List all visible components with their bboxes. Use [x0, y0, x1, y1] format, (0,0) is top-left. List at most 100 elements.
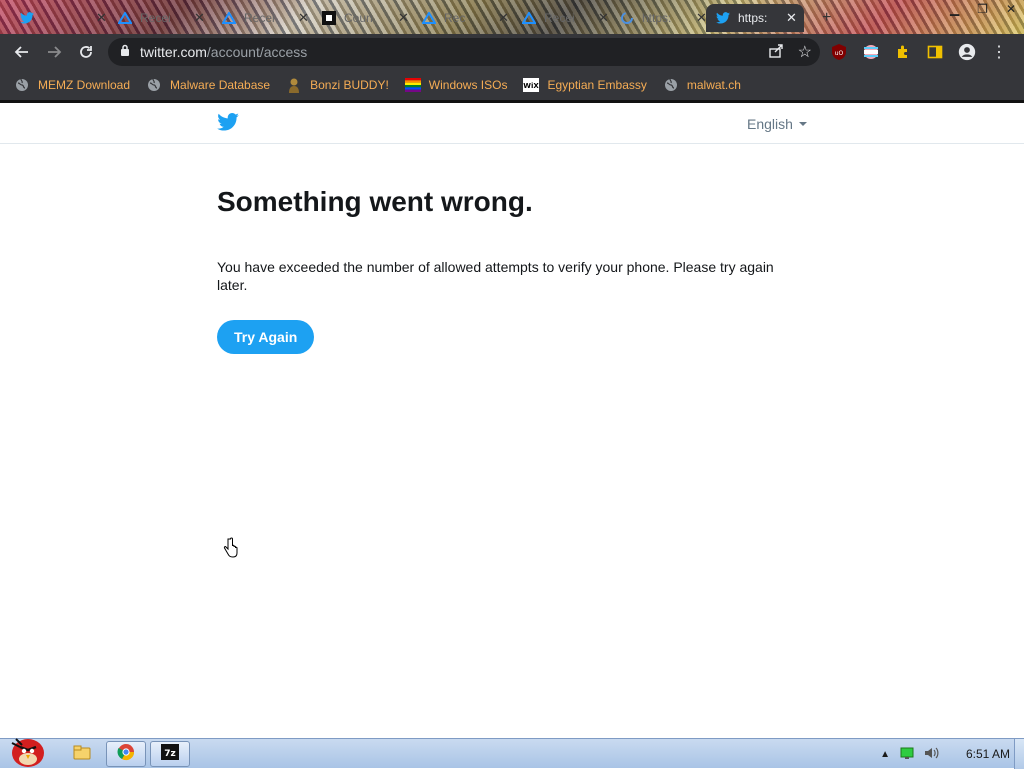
omnibox-actions: ☆ [768, 42, 812, 62]
twitter-logo-icon[interactable] [217, 113, 239, 133]
7zip-icon: 7z [161, 743, 179, 765]
tab-6[interactable]: Recei ✕ [512, 4, 615, 32]
bookmark-bonzi-buddy[interactable]: Bonzi BUDDY! [286, 77, 389, 93]
plus-icon: + [822, 9, 832, 26]
minimize-icon[interactable]: ▁ [950, 2, 959, 16]
triangle-icon [522, 11, 536, 25]
bookmark-malwatch[interactable]: malwat.ch [663, 77, 741, 93]
network-icon[interactable] [900, 747, 914, 762]
tab-active[interactable]: https: ✕ [706, 4, 804, 32]
bookmark-windows-isos[interactable]: Windows ISOs [404, 77, 508, 93]
tab-strip: ✕ Recei ✕ Recei ✕ Coun ✕ Rec ✕ Recei ✕ h… [0, 0, 1024, 34]
error-message: You have exceeded the number of allowed … [217, 259, 774, 293]
bonzi-icon [286, 77, 302, 93]
restore-icon[interactable]: ❐ [977, 2, 988, 16]
explorer-taskbar-button[interactable] [62, 741, 102, 767]
ublock-icon[interactable]: uO [830, 43, 848, 61]
tab-title: https: [642, 11, 672, 25]
tab-title: Rec [444, 11, 466, 25]
close-window-icon[interactable]: ✕ [1006, 2, 1016, 16]
globe-icon [146, 77, 162, 93]
close-icon[interactable]: ✕ [298, 10, 309, 26]
new-tab-button[interactable]: + [812, 4, 837, 32]
7zip-taskbar-button[interactable]: 7z [150, 741, 190, 767]
lock-icon[interactable] [120, 44, 130, 60]
tab-title: Coun [344, 11, 373, 25]
close-icon[interactable]: ✕ [398, 10, 409, 26]
forward-button[interactable] [38, 36, 70, 68]
show-desktop-button[interactable] [1014, 739, 1024, 769]
tab-title: Recei [544, 11, 575, 25]
arrow-left-icon [14, 46, 28, 58]
clock[interactable]: 6:51 AM [966, 747, 1010, 761]
bookmark-label: Bonzi BUDDY! [310, 78, 389, 92]
page-title: Something went wrong. [217, 186, 533, 217]
hand-cursor-icon [223, 537, 239, 561]
tab-title: https: [738, 11, 768, 25]
wix-icon: WiX [523, 77, 540, 93]
browser-toolbar: twitter.com/account/access ☆ uO ⋮ [0, 34, 1024, 70]
twitter-icon [20, 11, 34, 25]
bookmark-malware-database[interactable]: Malware Database [146, 77, 270, 93]
triangle-icon [422, 11, 436, 25]
tab-1[interactable]: ✕ [10, 4, 113, 32]
triangle-icon [222, 11, 236, 25]
close-icon[interactable]: ✕ [498, 10, 509, 26]
try-again-button[interactable]: Try Again [217, 320, 315, 354]
site-icon [322, 11, 336, 25]
show-hidden-icons-icon[interactable]: ▲ [880, 749, 890, 760]
caret-down-icon [798, 122, 807, 126]
puzzle-icon[interactable] [894, 43, 912, 61]
close-icon[interactable]: ✕ [194, 10, 205, 26]
language-label: English [747, 116, 793, 132]
star-icon[interactable]: ☆ [798, 42, 812, 62]
loading-icon [620, 11, 634, 25]
rainbow-flag-icon [404, 77, 421, 93]
language-selector[interactable]: English [747, 116, 807, 132]
start-button[interactable] [6, 731, 48, 769]
tab-title: Recei [244, 11, 275, 25]
bookmark-memz[interactable]: MEMZ Download [14, 77, 130, 93]
chrome-icon [117, 743, 135, 766]
bookmark-label: MEMZ Download [38, 78, 131, 92]
flag-extension-icon[interactable] [862, 43, 880, 61]
profile-icon[interactable] [958, 43, 976, 61]
bookmark-egyptian-embassy[interactable]: WiX Egyptian Embassy [523, 77, 647, 93]
svg-text:7z: 7z [164, 749, 176, 759]
side-panel-icon[interactable] [926, 43, 944, 61]
svg-text:uO: uO [835, 50, 844, 57]
extensions-area: uO ⋮ [830, 34, 1008, 70]
volume-icon[interactable] [924, 746, 940, 763]
tab-3[interactable]: Recei ✕ [212, 4, 315, 32]
bookmarks-bar: MEMZ Download Malware Database Bonzi BUD… [0, 70, 1024, 100]
bookmark-label: Malware Database [170, 78, 271, 92]
address-bar[interactable]: twitter.com/account/access ☆ [108, 38, 820, 66]
globe-icon [663, 77, 679, 93]
tab-5[interactable]: Rec ✕ [412, 4, 515, 32]
tab-4[interactable]: Coun ✕ [312, 4, 415, 32]
tab-title: Recei [140, 11, 171, 25]
svg-text:WiX: WiX [524, 82, 540, 90]
twitter-icon [716, 11, 730, 25]
page-header: English [0, 103, 1024, 144]
bookmark-label: Windows ISOs [428, 78, 508, 92]
error-content: Something went wrong. You have exceeded … [217, 186, 797, 354]
folder-icon [73, 744, 91, 765]
reload-icon [80, 46, 92, 58]
reload-button[interactable] [70, 36, 102, 68]
triangle-icon [118, 11, 132, 25]
window-controls: ▁ ❐ ✕ [950, 0, 1016, 18]
url-path: /account/access [206, 44, 308, 60]
system-tray: ▲ 6:51 AM [880, 739, 1010, 769]
tab-2[interactable]: Recei ✕ [108, 4, 211, 32]
share-icon[interactable] [768, 43, 784, 62]
close-icon[interactable]: ✕ [598, 10, 609, 26]
back-button[interactable] [6, 36, 38, 68]
bookmark-label: Egyptian Embassy [547, 78, 647, 92]
bookmark-label: malwat.ch [686, 78, 741, 92]
close-icon[interactable]: ✕ [96, 10, 107, 26]
menu-kebab-icon[interactable]: ⋮ [990, 43, 1008, 61]
tab-7[interactable]: https: ✕ [610, 4, 713, 32]
close-icon[interactable]: ✕ [786, 10, 797, 26]
chrome-taskbar-button[interactable] [106, 741, 146, 767]
